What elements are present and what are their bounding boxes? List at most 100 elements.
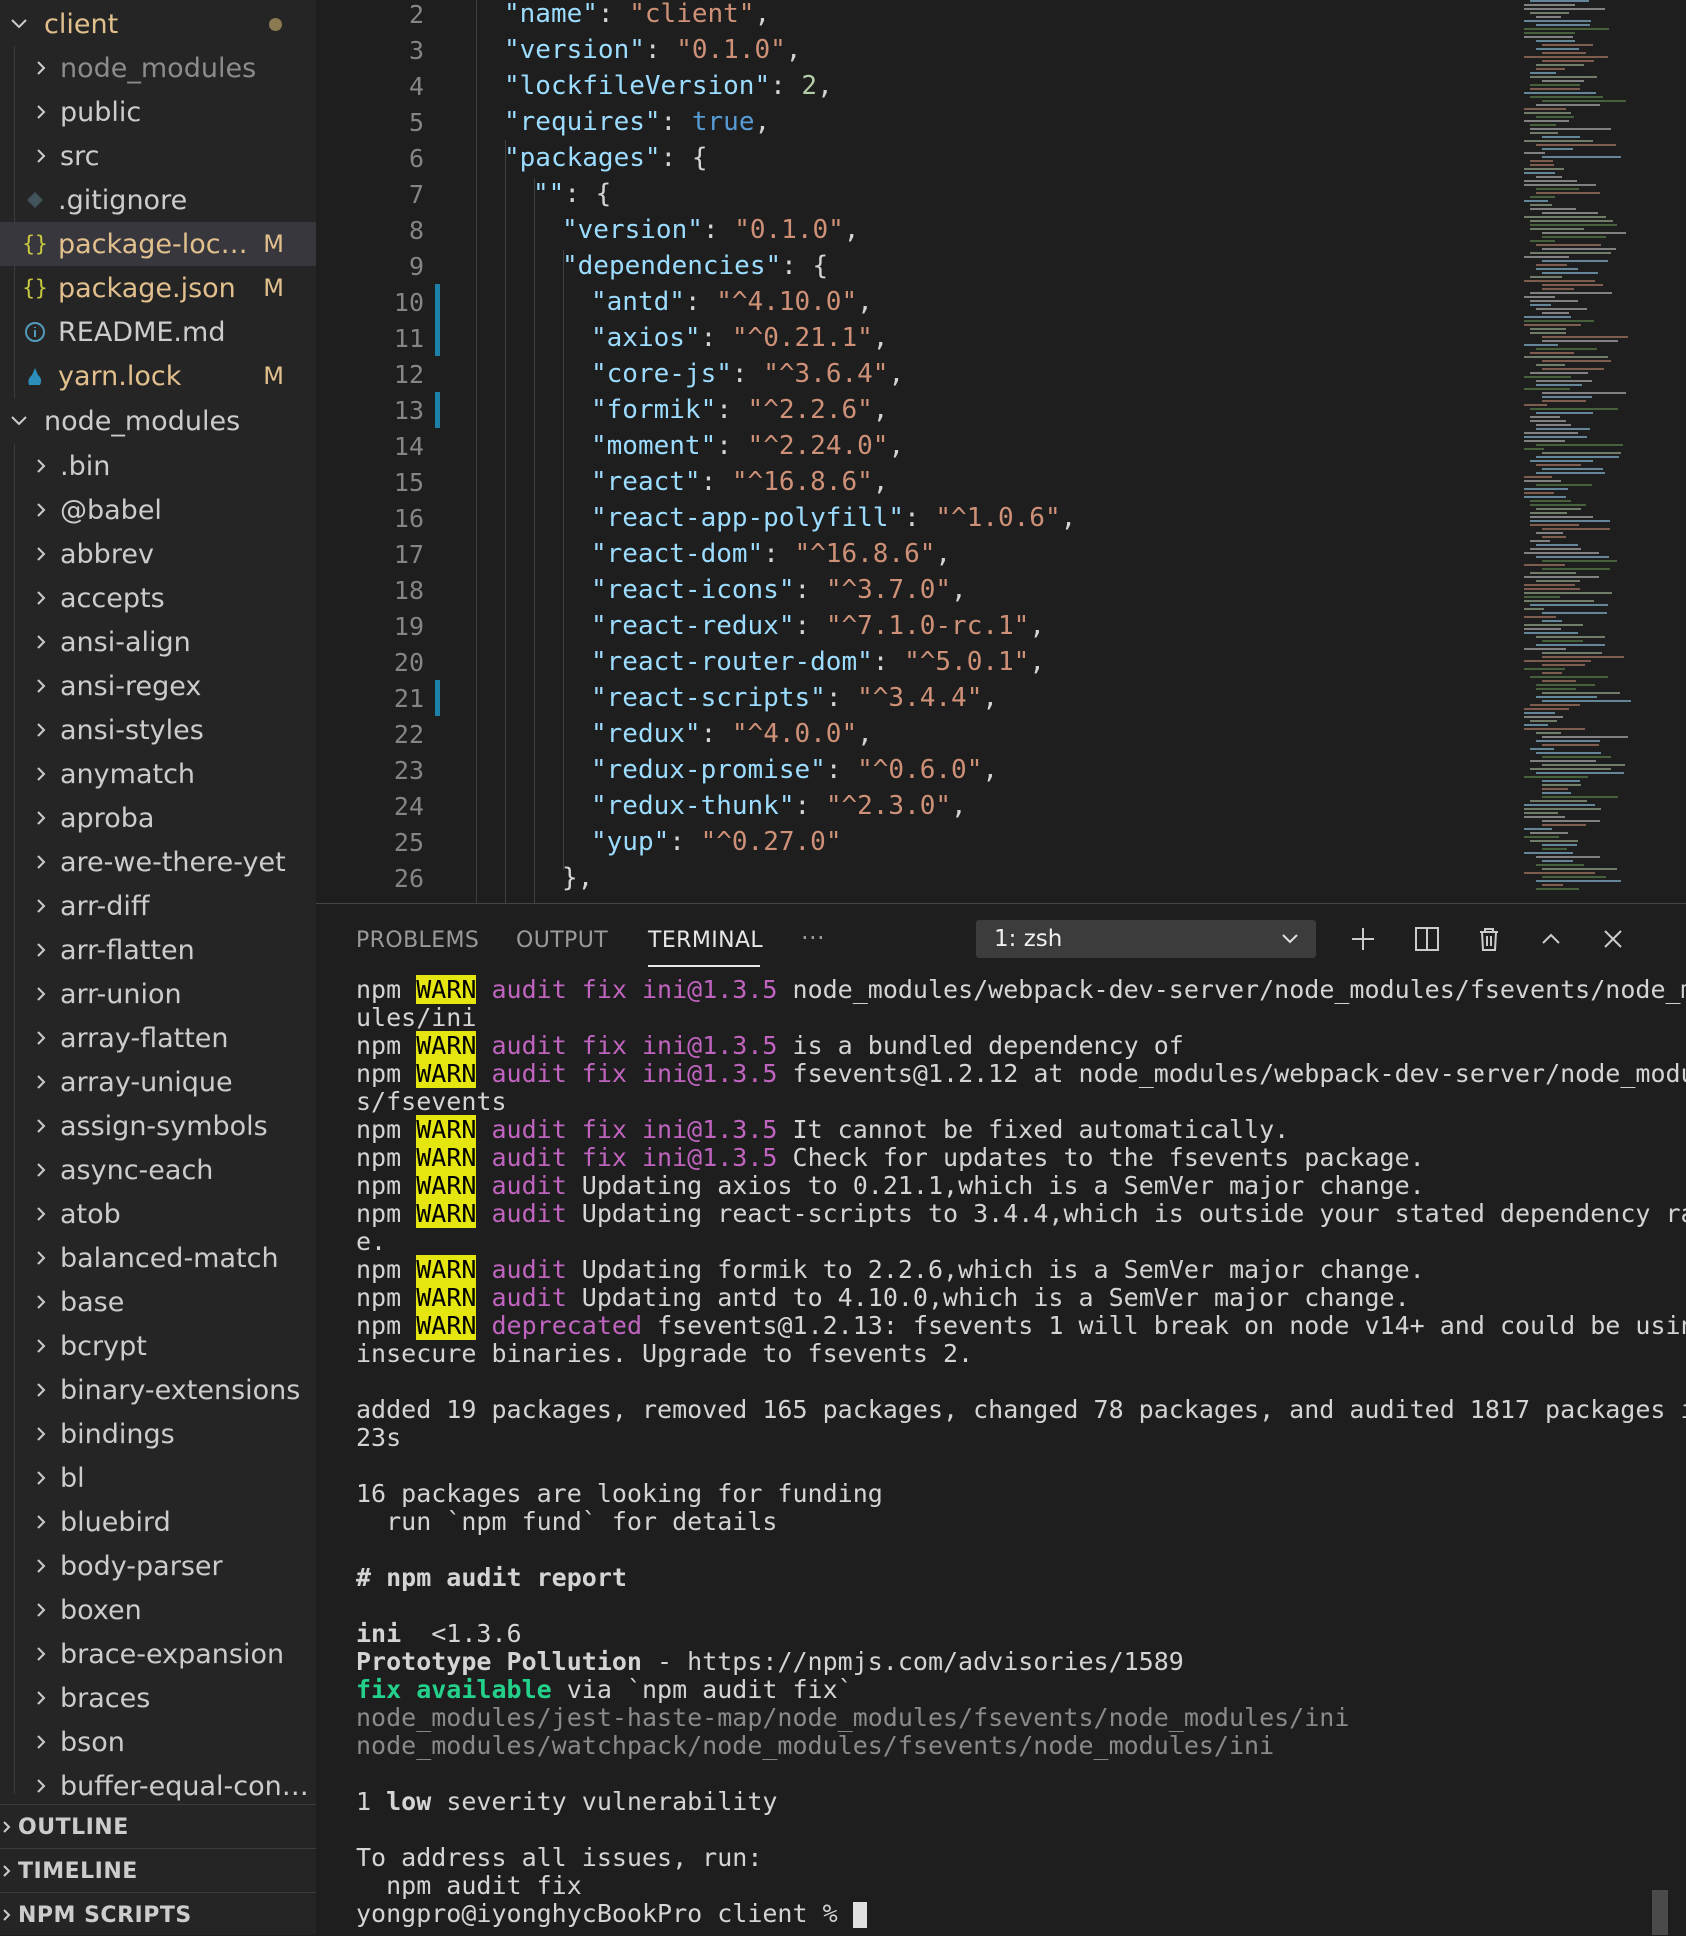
explorer-item[interactable]: arr-diff bbox=[0, 884, 316, 928]
explorer-item[interactable]: bindings bbox=[0, 1412, 316, 1456]
minimap-line bbox=[1530, 124, 1556, 126]
minimap-line bbox=[1530, 676, 1608, 678]
explorer-item[interactable]: body-parser bbox=[0, 1544, 316, 1588]
explorer-item[interactable]: base bbox=[0, 1280, 316, 1324]
explorer-item[interactable]: {} package.json M bbox=[0, 266, 316, 310]
code-editor[interactable]: 2 "name": "client", 3 "version": "0.1.0", 4 "… bbox=[316, 0, 1686, 903]
warn-label: WARN bbox=[416, 1031, 477, 1060]
minimap-line bbox=[1542, 700, 1631, 702]
explorer-item[interactable]: bcrypt bbox=[0, 1324, 316, 1368]
chevron-right-icon bbox=[30, 1104, 52, 1148]
explorer-item[interactable]: assign-symbols bbox=[0, 1104, 316, 1148]
section-timeline[interactable]: TIMELINE bbox=[0, 1848, 316, 1893]
explorer-item[interactable]: accepts bbox=[0, 576, 316, 620]
close-panel-icon[interactable] bbox=[1596, 922, 1630, 956]
trash-icon[interactable] bbox=[1472, 922, 1506, 956]
explorer-item[interactable]: array-flatten bbox=[0, 1016, 316, 1060]
minimap-line bbox=[1524, 344, 1558, 346]
tab-terminal[interactable]: TERMINAL bbox=[648, 928, 763, 953]
section-npm-scripts[interactable]: NPM SCRIPTS bbox=[0, 1892, 316, 1935]
minimap-line bbox=[1536, 688, 1576, 690]
minimap-line bbox=[1524, 724, 1548, 726]
terminal-text: audit fix ini@1.3.5 bbox=[476, 1059, 778, 1088]
git-change-marker[interactable] bbox=[435, 680, 440, 716]
git-change-marker[interactable] bbox=[435, 392, 440, 428]
minimap-line bbox=[1530, 160, 1553, 162]
terminal-line: 16 packages are looking for funding bbox=[356, 1480, 1646, 1508]
folder-node-modules[interactable]: node_modules bbox=[0, 399, 316, 443]
terminal-scrollbar[interactable] bbox=[1652, 1890, 1668, 1935]
explorer-item[interactable]: public bbox=[0, 90, 316, 134]
explorer-item[interactable]: .bin bbox=[0, 444, 316, 488]
explorer-item[interactable]: yarn.lock M bbox=[0, 354, 316, 398]
chevron-right-icon bbox=[30, 1412, 52, 1456]
tab-output[interactable]: OUTPUT bbox=[516, 928, 608, 953]
chevron-right-icon bbox=[30, 972, 52, 1016]
explorer-item[interactable]: abbrev bbox=[0, 532, 316, 576]
explorer-item[interactable]: binary-extensions bbox=[0, 1368, 316, 1412]
git-change-marker[interactable] bbox=[435, 320, 440, 356]
terminal-line: ules/ini bbox=[356, 1004, 1646, 1032]
explorer-item[interactable]: brace-expansion bbox=[0, 1632, 316, 1676]
git-change-marker[interactable] bbox=[435, 284, 440, 320]
terminal-select[interactable]: 1: zsh bbox=[976, 920, 1316, 958]
explorer-item[interactable]: node_modules bbox=[0, 46, 316, 90]
explorer-item[interactable]: bson bbox=[0, 1720, 316, 1764]
warn-label: WARN bbox=[416, 1059, 477, 1088]
tab-problems[interactable]: PROBLEMS bbox=[356, 928, 479, 953]
folder-client[interactable]: client bbox=[0, 2, 316, 46]
explorer-item[interactable]: balanced-match bbox=[0, 1236, 316, 1280]
explorer-item[interactable]: @babel bbox=[0, 488, 316, 532]
explorer-item[interactable]: atob bbox=[0, 1192, 316, 1236]
explorer-item[interactable]: buffer-equal-const... bbox=[0, 1764, 316, 1808]
minimap-line bbox=[1524, 280, 1595, 282]
terminal-select-value: 1: zsh bbox=[994, 926, 1063, 952]
explorer-item[interactable]: boxen bbox=[0, 1588, 316, 1632]
chevron-right-icon bbox=[30, 884, 52, 928]
section-outline[interactable]: OUTLINE bbox=[0, 1804, 316, 1849]
explorer-item[interactable]: array-unique bbox=[0, 1060, 316, 1104]
split-terminal-icon[interactable] bbox=[1410, 922, 1444, 956]
terminal-text: deprecated bbox=[476, 1311, 643, 1340]
minimap-line bbox=[1524, 828, 1552, 830]
explorer-item-label: src bbox=[60, 140, 100, 172]
terminal-line: run `npm fund` for details bbox=[356, 1508, 1646, 1536]
minimap-line bbox=[1542, 60, 1594, 62]
editor-scrollbar[interactable] bbox=[1646, 0, 1686, 903]
explorer-item[interactable]: bluebird bbox=[0, 1500, 316, 1544]
minimap-line bbox=[1524, 616, 1556, 618]
explorer-item[interactable]: braces bbox=[0, 1676, 316, 1720]
minimap[interactable] bbox=[1506, 0, 1646, 903]
explorer-item[interactable]: arr-flatten bbox=[0, 928, 316, 972]
code-text: "react-scripts": "^3.4.4", bbox=[591, 683, 999, 713]
explorer-item[interactable]: arr-union bbox=[0, 972, 316, 1016]
line-number: 25 bbox=[393, 827, 424, 857]
explorer-item[interactable]: anymatch bbox=[0, 752, 316, 796]
chevron-right-icon bbox=[30, 796, 52, 840]
explorer-item[interactable]: .gitignore bbox=[0, 178, 316, 222]
explorer-item[interactable]: ansi-align bbox=[0, 620, 316, 664]
explorer-item[interactable]: {} package-lock.... M bbox=[0, 222, 316, 266]
line-number: 20 bbox=[393, 647, 424, 677]
explorer-item[interactable]: README.md bbox=[0, 310, 316, 354]
code-text: "dependencies": { bbox=[562, 251, 829, 281]
minimap-line bbox=[1524, 4, 1575, 6]
explorer-item[interactable]: ansi-styles bbox=[0, 708, 316, 752]
minimap-line bbox=[1524, 624, 1583, 626]
minimap-line bbox=[1524, 836, 1559, 838]
explorer-item[interactable]: bl bbox=[0, 1456, 316, 1500]
warn-label: WARN bbox=[416, 1115, 477, 1144]
explorer-item[interactable]: async-each bbox=[0, 1148, 316, 1192]
maximize-panel-icon[interactable] bbox=[1534, 922, 1568, 956]
explorer-item[interactable]: src bbox=[0, 134, 316, 178]
explorer-item[interactable]: aproba bbox=[0, 796, 316, 840]
explorer-item[interactable]: ansi-regex bbox=[0, 664, 316, 708]
terminal-output[interactable]: npm WARN audit fix ini@1.3.5 node_module… bbox=[356, 975, 1686, 1928]
code-line: 26}, bbox=[316, 860, 1506, 896]
more-actions-icon[interactable]: ··· bbox=[801, 924, 825, 952]
explorer-item[interactable]: are-we-there-yet bbox=[0, 840, 316, 884]
minimap-line bbox=[1524, 804, 1595, 806]
new-terminal-icon[interactable] bbox=[1346, 922, 1380, 956]
bottom-panel: PROBLEMS OUTPUT TERMINAL ··· 1: zsh npm … bbox=[316, 903, 1686, 1936]
terminal-text: npm bbox=[356, 1059, 417, 1088]
